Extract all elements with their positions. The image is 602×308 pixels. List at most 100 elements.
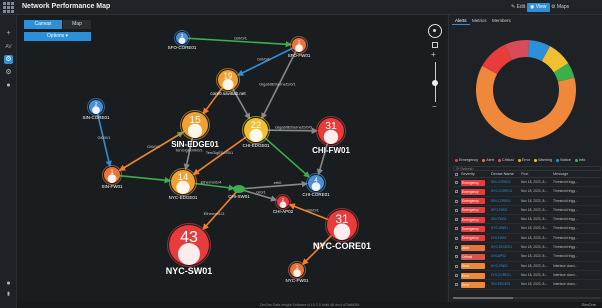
message-cell: Threshold trigg... — [553, 245, 578, 250]
tab-alerts[interactable]: Alerts — [452, 17, 470, 25]
tab-members[interactable]: Members — [489, 17, 514, 25]
table-row[interactable]: Critical CHI-AP02 Nov 18, 2023, 8:... Th… — [453, 252, 601, 262]
link-sin-core-sin-fw[interactable] — [96, 113, 112, 168]
node-sin-edge[interactable]: 15 SIN-EDGE01 — [171, 110, 219, 150]
footer-brand: SimOne — [581, 302, 596, 307]
message-cell: Interface down... — [553, 272, 578, 277]
device-cell[interactable]: SIN-EDGE01 — [491, 280, 521, 288]
severity-badge: Error — [461, 281, 485, 288]
message-cell: Threshold trigg... — [553, 180, 578, 184]
col-first[interactable]: First — [521, 171, 553, 177]
message-cell: Threshold trigg... — [553, 207, 578, 212]
device-cell[interactable]: SIN-FW01 — [491, 215, 521, 223]
node-nyc-fw[interactable]: 1 NYC-FW01 — [285, 261, 309, 284]
fit-view-icon[interactable] — [432, 42, 438, 48]
node-label: SIN-CORE01 — [82, 115, 110, 120]
col-device-name[interactable]: Device Name — [491, 171, 521, 177]
node-sfo-core[interactable]: 3 SFO-CORE01 — [168, 30, 197, 51]
sliders-icon[interactable]: ⚙ — [4, 68, 13, 77]
table-row[interactable]: Error CHI-CORE01 Nov 18, 2023, 8:... Int… — [453, 271, 601, 281]
device-cell[interactable]: NYC-CORE01 — [491, 187, 521, 195]
sidebar-item-av[interactable]: AV — [2, 43, 15, 52]
device-cell[interactable]: CHI-FW01 — [491, 234, 521, 242]
horizontal-scrollbar[interactable] — [453, 297, 601, 299]
table-row[interactable]: Emergency CHI-FW01 Nov 18, 2023, 8:... T… — [453, 234, 601, 244]
legend-item-emergency[interactable]: Emergency — [455, 156, 478, 164]
link-sfo-fw-core0[interactable] — [236, 47, 294, 76]
gear-icon[interactable]: ⚙ — [4, 55, 13, 64]
node-chi-core[interactable]: 4 CHI-CORE01 — [302, 173, 330, 198]
link-chi-edge-chi-fw[interactable] — [267, 127, 319, 134]
link-sin-fw-nyc-edge[interactable] — [119, 174, 172, 184]
severity-cell: Critical — [459, 252, 491, 260]
device-cell[interactable]: CHI-AP02 — [491, 252, 521, 260]
legend-item-info[interactable]: Info — [574, 156, 585, 164]
node-label: CHI-SW01 — [228, 194, 250, 199]
legend-item-critical[interactable]: Critical — [498, 156, 514, 164]
add-icon[interactable]: + — [4, 29, 13, 38]
device-cell[interactable]: SFO-FW01 — [491, 206, 521, 214]
node-badge: 1 — [295, 265, 298, 271]
first-cell: Nov 18, 2023, 8:... — [521, 235, 548, 240]
first-cell: Nov 18, 2023, 8:... — [521, 198, 548, 203]
legend-item-alert[interactable]: Alert — [482, 156, 494, 164]
legend-item-error[interactable]: Error — [517, 156, 530, 164]
legend-swatch — [517, 158, 521, 162]
tab-map[interactable]: Map — [63, 20, 91, 29]
severity-badge: Emergency — [461, 216, 485, 223]
node-label: SFO-CORE01 — [168, 45, 197, 50]
table-row[interactable]: Emergency SFO-FW01 Nov 18, 2023, 8:... T… — [453, 206, 601, 216]
view-button[interactable]: ◉ View — [527, 3, 550, 12]
node-chi-edge[interactable]: 22 CHI-EDGE01 — [242, 116, 270, 149]
table-row[interactable]: Emergency NYC-CORE01 Nov 18, 2023, 8:...… — [453, 187, 601, 197]
node-nyc-edge[interactable]: 14 NYC-EDGE01 — [169, 168, 198, 201]
legend-item-warning[interactable]: Warning — [534, 156, 552, 164]
table-row[interactable]: Error NYC-FW01 Nov 18, 2023, 8:... Inter… — [453, 262, 601, 271]
table-row[interactable]: Alert NYC-EDGE01 Nov 18, 2023, 8:... Thr… — [453, 243, 601, 253]
device-cell[interactable]: NYC-EDGE01 — [491, 243, 521, 251]
col-message[interactable]: Message — [553, 171, 601, 177]
zoom-in-icon[interactable]: + — [431, 50, 436, 59]
message-cell: Threshold trigg... — [553, 189, 578, 194]
users-icon[interactable]: ● — [4, 81, 13, 90]
node-sfo-fw[interactable]: 1 SFO-FW01 — [288, 36, 311, 59]
table-row[interactable]: Emergency SIN-FW01 Nov 18, 2023, 8:... T… — [453, 215, 601, 225]
node-sin-core[interactable]: 2 SIN-CORE01 — [82, 98, 110, 121]
device-cell[interactable]: NYC-SW01 — [491, 224, 521, 232]
node-badge: 15 — [189, 115, 201, 126]
zoom-slider-handle[interactable] — [432, 80, 438, 86]
user-account-icon[interactable]: ● — [4, 279, 13, 288]
maps-button[interactable]: ⚙ Maps — [548, 3, 572, 12]
node-chi-fw[interactable]: 31 CHI-FW01 — [312, 116, 350, 156]
node-chi-ap[interactable]: 2 CHI-AP02 — [273, 194, 294, 215]
device-cell[interactable]: CHI-CORE01 — [491, 271, 521, 279]
device-cell[interactable]: SIN-CORE01 — [491, 197, 521, 205]
tab-canvas[interactable]: Canvas — [24, 20, 62, 29]
col-severity[interactable]: Severity — [459, 171, 491, 177]
view-label: View — [535, 4, 547, 10]
node-nyc-sw[interactable]: 43 NYC-SW01 — [166, 223, 213, 277]
node-sin-fw[interactable]: 1 SIN-FW01 — [101, 165, 123, 190]
pan-control-icon[interactable] — [428, 24, 442, 38]
link-chi-edge-chi-core[interactable] — [264, 137, 311, 178]
device-cell[interactable]: NYC-FW01 — [491, 262, 521, 270]
zoom-out-icon[interactable]: − — [432, 102, 437, 111]
table-row[interactable]: Emergency SIN-CORE01 Nov 18, 2023, 8:...… — [453, 178, 601, 188]
severity-cell: Emergency — [459, 234, 491, 242]
flag-icon[interactable]: ▮ — [4, 290, 13, 299]
node-core0[interactable]: 19 core0.savitlab.net — [210, 68, 246, 97]
table-row[interactable]: Error SIN-EDGE01 Nov 18, 2023, 8:... Int… — [453, 280, 601, 290]
app-logo-icon[interactable] — [3, 2, 14, 13]
network-canvas[interactable]: Gi0/0/1 Gi0/0/1 GigabitEthernet1/0/1 Gi0/0/… — [17, 15, 445, 302]
tab-metrics[interactable]: Metrics — [469, 17, 490, 25]
table-row[interactable]: Emergency NYC-SW01 Nov 18, 2023, 8:... T… — [453, 224, 601, 234]
options-button[interactable]: Options ▾ — [24, 32, 91, 41]
node-label: SFO-FW01 — [288, 53, 311, 58]
table-row[interactable]: Emergency SIN-CORE01 Nov 18, 2023, 8:...… — [453, 197, 601, 206]
severity-cell: Alert — [459, 243, 491, 251]
device-cell[interactable]: SIN-CORE01 — [491, 178, 521, 186]
node-nyc-core[interactable]: 31 NYC-CORE01 — [313, 208, 371, 252]
network-graph[interactable]: Gi0/0/1 Gi0/0/1 GigabitEthernet1/0/1 Gi0/0/… — [17, 15, 445, 302]
legend-item-notice[interactable]: Notice — [556, 156, 571, 164]
edit-button[interactable]: ✎ Edit — [508, 3, 528, 12]
